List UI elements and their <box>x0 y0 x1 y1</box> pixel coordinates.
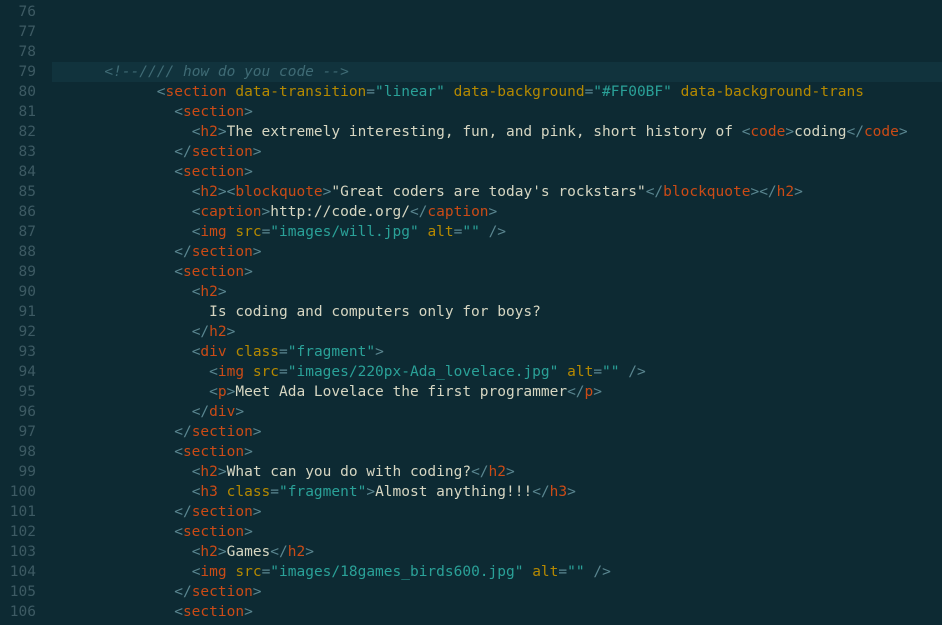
line-number: 87 <box>0 222 46 242</box>
line-number-gutter: 7677787980818283848586878889909192939495… <box>0 0 46 622</box>
line-number: 85 <box>0 182 46 202</box>
line-number: 106 <box>0 602 46 622</box>
code-line[interactable]: <img src="images/18games_birds600.jpg" a… <box>52 562 942 582</box>
code-line[interactable]: <p>Meet Ada Lovelace the first programme… <box>52 382 942 402</box>
line-number: 90 <box>0 282 46 302</box>
line-number: 77 <box>0 22 46 42</box>
code-line[interactable]: <section> <box>52 102 942 122</box>
line-number: 95 <box>0 382 46 402</box>
code-line[interactable]: <section data-transition="linear" data-b… <box>52 82 942 102</box>
line-number: 82 <box>0 122 46 142</box>
code-editor[interactable]: 7677787980818283848586878889909192939495… <box>0 0 942 625</box>
code-line[interactable]: <section> <box>52 162 942 182</box>
line-number: 99 <box>0 462 46 482</box>
line-number: 91 <box>0 302 46 322</box>
line-number: 105 <box>0 582 46 602</box>
code-line[interactable]: </section> <box>52 582 942 602</box>
line-number: 81 <box>0 102 46 122</box>
line-number: 80 <box>0 82 46 102</box>
line-number: 88 <box>0 242 46 262</box>
code-line[interactable]: <h2><blockquote>"Great coders are today'… <box>52 182 942 202</box>
line-number: 94 <box>0 362 46 382</box>
line-number: 76 <box>0 2 46 22</box>
line-number: 93 <box>0 342 46 362</box>
line-number: 100 <box>0 482 46 502</box>
code-line[interactable]: <section> <box>52 522 942 542</box>
code-line[interactable]: <h2>The extremely interesting, fun, and … <box>52 122 942 142</box>
line-number: 86 <box>0 202 46 222</box>
line-number: 79 <box>0 62 46 82</box>
code-line[interactable]: </section> <box>52 242 942 262</box>
line-number: 89 <box>0 262 46 282</box>
code-line[interactable]: </section> <box>52 422 942 442</box>
code-line[interactable]: <img src="images/will.jpg" alt="" /> <box>52 222 942 242</box>
code-line[interactable]: <img src="images/220px-Ada_lovelace.jpg"… <box>52 362 942 382</box>
code-line[interactable]: <section> <box>52 262 942 282</box>
line-number: 101 <box>0 502 46 522</box>
code-line[interactable]: </h2> <box>52 322 942 342</box>
code-line[interactable]: <h3 class="fragment">Almost anything!!!<… <box>52 482 942 502</box>
code-line[interactable]: <h2>Games</h2> <box>52 542 942 562</box>
code-line[interactable]: <caption>http://code.org/</caption> <box>52 202 942 222</box>
line-number: 97 <box>0 422 46 442</box>
line-number: 96 <box>0 402 46 422</box>
code-area[interactable]: <!--//// how do you code --> <section da… <box>52 60 942 625</box>
line-number: 84 <box>0 162 46 182</box>
code-line[interactable]: <h2>What can you do with coding?</h2> <box>52 462 942 482</box>
code-line[interactable]: <div class="fragment"> <box>52 342 942 362</box>
line-number: 78 <box>0 42 46 62</box>
line-number: 83 <box>0 142 46 162</box>
code-line[interactable]: </section> <box>52 502 942 522</box>
code-line[interactable]: <section> <box>52 442 942 462</box>
line-number: 92 <box>0 322 46 342</box>
code-line[interactable]: </section> <box>52 142 942 162</box>
line-number: 98 <box>0 442 46 462</box>
code-line[interactable]: <!--//// how do you code --> <box>52 62 942 82</box>
line-number: 104 <box>0 562 46 582</box>
code-line[interactable]: <h2> <box>52 282 942 302</box>
code-line[interactable]: <section> <box>52 602 942 622</box>
line-number: 102 <box>0 522 46 542</box>
code-line[interactable]: </div> <box>52 402 942 422</box>
code-line[interactable]: Is coding and computers only for boys? <box>52 302 942 322</box>
line-number: 103 <box>0 542 46 562</box>
